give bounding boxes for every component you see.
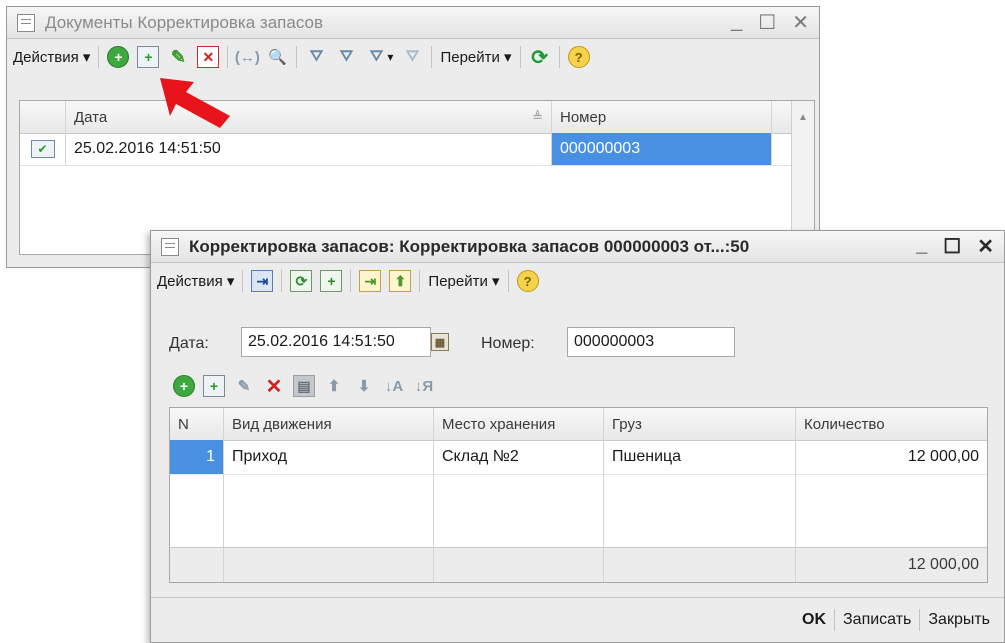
help-icon[interactable]: ? — [516, 270, 539, 292]
number-label: Номер: — [481, 335, 535, 352]
save-button[interactable]: Записать — [835, 611, 919, 629]
toolbar-separator — [227, 46, 229, 68]
close-window-button[interactable]: ✕ — [792, 10, 809, 35]
delete-icon[interactable]: ✕ — [197, 46, 220, 68]
filter-history-dropdown[interactable]: ▾ — [387, 50, 393, 64]
goto-menu[interactable]: Перейти ▾ — [440, 48, 511, 66]
sort-ascending-icon[interactable]: ↓A — [383, 375, 405, 397]
calendar-icon[interactable]: ▦ — [431, 333, 449, 351]
minimize-button[interactable]: _ — [731, 10, 742, 35]
empty-rows-area[interactable] — [170, 474, 987, 548]
filter-by-value-icon[interactable]: ⛛ — [335, 46, 357, 68]
number-header-label: Номер — [560, 108, 607, 126]
number-column-header[interactable]: Номер — [552, 101, 772, 133]
sort-indicator-icon: ≜ — [532, 109, 543, 124]
refresh-icon[interactable]: ⟳ — [529, 46, 551, 69]
add-icon[interactable]: + — [107, 46, 130, 68]
date-cell[interactable]: 25.02.2016 14:51:50 — [66, 133, 552, 165]
copy-icon[interactable]: + — [137, 46, 160, 68]
filter-off-icon[interactable]: ⛛ — [401, 46, 423, 68]
table-row[interactable]: 1 Приход Склад №2 Пшеница 12 000,00 — [170, 440, 987, 475]
edit-row-icon[interactable]: ✎ — [233, 375, 255, 397]
list-toolbar: Действия ▾ + + ✎ ✕ (↔) 🔍 ⛛ ⛛ ⛛ ▾ ⛛ Перей… — [7, 39, 819, 75]
copy-row-icon[interactable]: + — [203, 375, 225, 397]
document-window-titlebar[interactable]: Корректировка запасов: Корректировка зап… — [151, 231, 1004, 263]
list-window-titlebar[interactable]: Документы Корректировка запасов _ ☐ ✕ — [7, 7, 819, 39]
quantity-column-header[interactable]: Количество — [796, 408, 987, 440]
form-icon — [161, 237, 179, 256]
structure-icon[interactable]: ⬆ — [389, 270, 412, 292]
post-icon[interactable]: ⟳ — [290, 270, 313, 292]
help-icon[interactable]: ? — [567, 46, 590, 68]
scroll-up-icon[interactable]: ▲ — [792, 101, 814, 133]
storage-cell[interactable]: Склад №2 — [434, 440, 604, 474]
posted-document-icon: ✔ — [30, 140, 55, 158]
date-field[interactable] — [241, 327, 431, 357]
total-quantity: 12 000,00 — [907, 556, 979, 573]
find-icon[interactable]: 🔍 — [266, 46, 288, 68]
number-cell[interactable]: 000000003 — [552, 133, 772, 165]
document-window-title: Корректировка запасов: Корректировка зап… — [189, 236, 750, 256]
maximize-button[interactable]: ☐ — [943, 234, 961, 259]
toolbar-separator — [558, 46, 560, 68]
cargo-column-header[interactable]: Груз — [604, 408, 796, 440]
toolbar-separator — [507, 270, 509, 292]
toolbar-separator — [350, 270, 352, 292]
date-column-header[interactable]: Дата ≜ — [66, 101, 552, 133]
filter-settings-icon[interactable]: ⛛ — [305, 46, 327, 68]
close-button[interactable]: Закрыть — [920, 611, 998, 629]
cargo-cell[interactable]: Пшеница — [604, 440, 796, 474]
actions-menu[interactable]: Действия ▾ — [13, 48, 90, 66]
table-toolbar: + + ✎ ✕ ▤ ⬆ ⬇ ↓A ↓Я — [173, 375, 435, 398]
table-header: N Вид движения Место хранения Груз Колич… — [170, 408, 987, 441]
movements-icon[interactable]: ⇥ — [359, 270, 382, 292]
status-column-header — [20, 101, 66, 133]
document-window: Корректировка запасов: Корректировка зап… — [150, 230, 1005, 643]
movement-column-header[interactable]: Вид движения — [224, 408, 434, 440]
unpost-icon[interactable]: + — [320, 270, 343, 292]
totals-row: 12 000,00 — [170, 547, 987, 582]
movement-cell[interactable]: Приход — [224, 440, 434, 474]
table-header: Дата ≜ Номер — [20, 101, 814, 134]
row-number-cell[interactable]: 1 — [170, 440, 224, 474]
form-icon — [17, 13, 35, 32]
date-header-label: Дата — [74, 108, 108, 126]
actions-menu[interactable]: Действия ▾ — [157, 272, 234, 290]
table-row[interactable]: ✔ 25.02.2016 14:51:50 000000003 — [20, 133, 814, 166]
n-column-header[interactable]: N — [170, 408, 224, 440]
form-footer: OK Записать Закрыть — [151, 597, 1004, 642]
toolbar-separator — [419, 270, 421, 292]
filter-history-icon[interactable]: ⛛ — [365, 46, 387, 68]
storage-column-header[interactable]: Место хранения — [434, 408, 604, 440]
toolbar-separator — [296, 46, 298, 68]
move-down-icon[interactable]: ⬇ — [353, 375, 375, 397]
add-row-icon[interactable]: + — [173, 375, 195, 397]
end-edit-icon[interactable]: ▤ — [293, 375, 315, 397]
minimize-button[interactable]: _ — [916, 234, 927, 259]
edit-icon[interactable]: ✎ — [167, 46, 189, 68]
document-toolbar: Действия ▾ ⇥ ⟳ + ⇥ ⬆ Перейти ▾ ? — [151, 263, 1004, 299]
list-window-title: Документы Корректировка запасов — [45, 12, 324, 32]
documents-list-window: Документы Корректировка запасов _ ☐ ✕ Де… — [6, 6, 820, 268]
posted-status-cell: ✔ — [20, 133, 66, 165]
maximize-button[interactable]: ☐ — [758, 10, 776, 35]
date-label: Дата: — [169, 335, 209, 352]
quantity-cell[interactable]: 12 000,00 — [796, 440, 987, 474]
move-up-icon[interactable]: ⬆ — [323, 375, 345, 397]
interval-icon[interactable]: (↔) — [235, 46, 260, 68]
close-window-button[interactable]: ✕ — [977, 234, 994, 259]
number-field[interactable] — [567, 327, 735, 357]
movements-table: N Вид движения Место хранения Груз Колич… — [169, 407, 988, 583]
toolbar-separator — [242, 270, 244, 292]
goto-menu[interactable]: Перейти ▾ — [428, 272, 499, 290]
ok-button[interactable]: OK — [794, 611, 834, 629]
toolbar-separator — [281, 270, 283, 292]
post-and-close-icon[interactable]: ⇥ — [251, 270, 274, 292]
toolbar-separator — [431, 46, 433, 68]
toolbar-separator — [98, 46, 100, 68]
toolbar-separator — [519, 46, 521, 68]
pointer-arrow-icon — [160, 78, 230, 128]
delete-row-icon[interactable]: ✕ — [263, 375, 285, 398]
sort-descending-icon[interactable]: ↓Я — [413, 375, 435, 397]
